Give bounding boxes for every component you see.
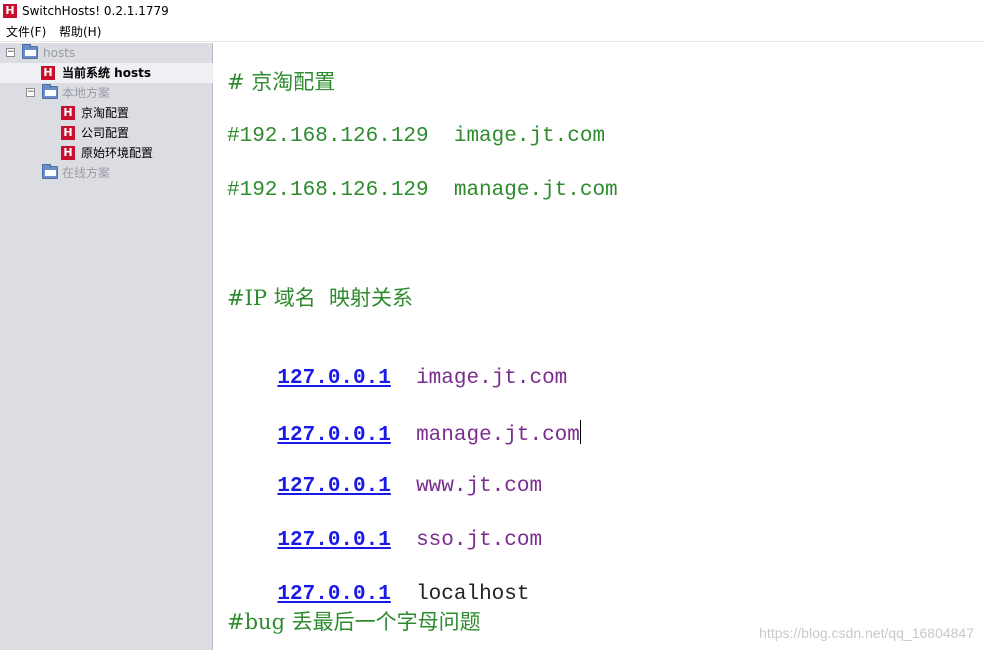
comment-line: #192.168.126.129 image.jt.com — [227, 125, 606, 148]
text-caret — [579, 420, 581, 444]
watermark: https://blog.csdn.net/qq_16804847 — [759, 625, 974, 641]
ip-link[interactable]: 127.0.0.1 — [277, 424, 390, 447]
tree-item-label: 京淘配置 — [81, 106, 130, 120]
comment-line: # 京淘配置 — [227, 70, 336, 94]
comment-line: #IP 域名 映射关系 — [227, 286, 414, 310]
tree-item-jingtao[interactable]: H 京淘配置 — [0, 103, 213, 123]
hostname: image.jt.com — [416, 367, 568, 390]
hostname: sso.jt.com — [416, 529, 543, 552]
hosts-file-icon: H — [61, 146, 75, 160]
menu-bar: 文件(F) 帮助(H) — [0, 22, 984, 42]
comment-line: #bug 丢最后一个字母问题 — [227, 610, 481, 634]
app-logo-icon: H — [3, 4, 17, 18]
hostname: manage.jt.com — [416, 424, 580, 447]
hostname: www.jt.com — [416, 475, 543, 498]
tree-item-original-env[interactable]: H 原始环境配置 — [0, 143, 213, 163]
tree-item-online-schemes[interactable]: 在线方案 — [0, 163, 213, 183]
hosts-file-icon: H — [61, 126, 75, 140]
window-title: SwitchHosts! 0.2.1.1779 — [22, 4, 169, 18]
tree-item-label: 在线方案 — [62, 166, 111, 180]
folder-icon — [22, 44, 38, 59]
tree-item-label: 当前系统 hosts — [62, 66, 151, 80]
hostname: localhost — [416, 583, 530, 606]
tree-item-label: 原始环境配置 — [81, 146, 154, 160]
folder-icon — [42, 164, 58, 179]
collapse-icon[interactable]: − — [6, 48, 15, 57]
title-bar: H SwitchHosts! 0.2.1.1779 — [0, 0, 984, 22]
ip-link[interactable]: 127.0.0.1 — [277, 367, 390, 390]
tree-item-company[interactable]: H 公司配置 — [0, 123, 213, 143]
tree-item-current-hosts[interactable]: H 当前系统 hosts — [0, 63, 213, 83]
collapse-icon[interactable]: − — [26, 88, 35, 97]
tree-item-label: 本地方案 — [62, 86, 111, 100]
folder-icon — [42, 84, 58, 99]
tree-item-label: 公司配置 — [81, 126, 130, 140]
sidebar-tree: − hosts H 当前系统 hosts − 本地方案 H 京淘配置 H 公司配… — [0, 43, 213, 650]
hosts-editor[interactable]: # 京淘配置 #192.168.126.129 image.jt.com #19… — [214, 43, 984, 650]
tree-item-hosts[interactable]: − hosts — [0, 43, 213, 63]
ip-link[interactable]: 127.0.0.1 — [277, 583, 390, 606]
hosts-file-icon: H — [61, 106, 75, 120]
hosts-file-icon: H — [41, 66, 55, 80]
menu-file[interactable]: 文件(F) — [6, 25, 46, 40]
tree-item-local-schemes[interactable]: − 本地方案 — [0, 83, 213, 103]
tree-item-label: hosts — [43, 46, 76, 60]
ip-link[interactable]: 127.0.0.1 — [277, 529, 390, 552]
comment-line: #192.168.126.129 manage.jt.com — [227, 179, 618, 202]
ip-link[interactable]: 127.0.0.1 — [277, 475, 390, 498]
menu-help[interactable]: 帮助(H) — [59, 25, 101, 40]
